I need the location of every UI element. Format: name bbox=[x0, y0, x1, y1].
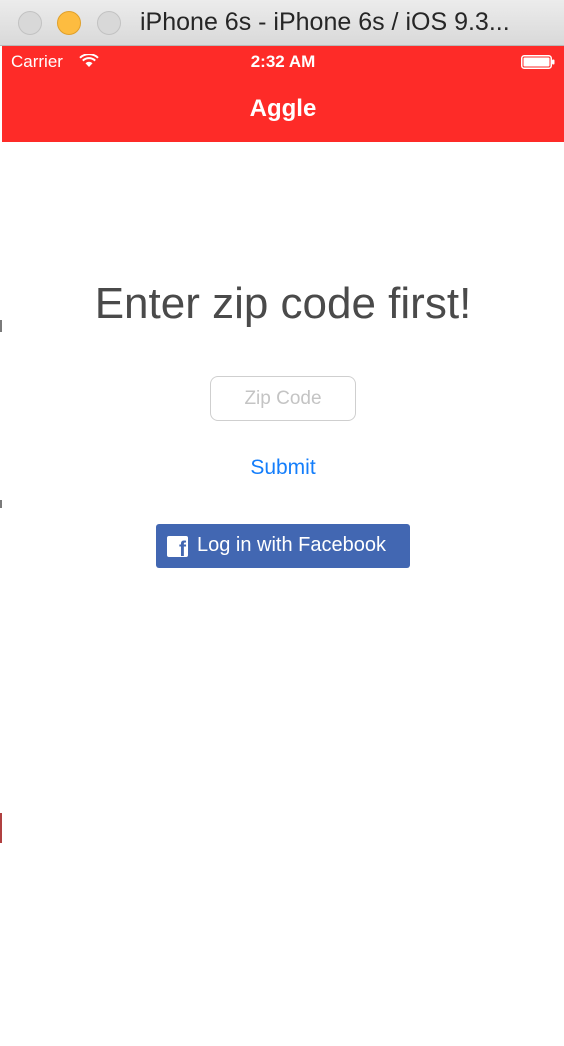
minimize-window-button[interactable] bbox=[57, 11, 81, 35]
facebook-login-label: Log in with Facebook bbox=[197, 534, 387, 556]
status-time: 2:32 AM bbox=[250, 52, 316, 71]
navigation-bar: Carrier 2:32 AM Aggle bbox=[2, 46, 564, 142]
nav-title: Aggle bbox=[249, 95, 317, 122]
facebook-login-button[interactable]: f Log in with Facebook bbox=[156, 524, 410, 568]
page-heading: Enter zip code first! bbox=[94, 279, 472, 328]
battery-icon bbox=[521, 55, 555, 69]
zip-code-input[interactable] bbox=[210, 376, 356, 421]
window-title: iPhone 6s - iPhone 6s / iOS 9.3... bbox=[140, 8, 510, 36]
window-title-bar: iPhone 6s - iPhone 6s / iOS 9.3... bbox=[0, 0, 564, 46]
submit-button[interactable]: Submit bbox=[2, 456, 564, 480]
device-screen: Carrier 2:32 AM Aggle Enter zip code fir… bbox=[2, 46, 564, 1046]
close-window-button[interactable] bbox=[18, 11, 42, 35]
simulator-window: iPhone 6s - iPhone 6s / iOS 9.3... Carri… bbox=[0, 0, 564, 1046]
zoom-window-button[interactable] bbox=[97, 11, 121, 35]
facebook-icon: f bbox=[167, 536, 188, 560]
